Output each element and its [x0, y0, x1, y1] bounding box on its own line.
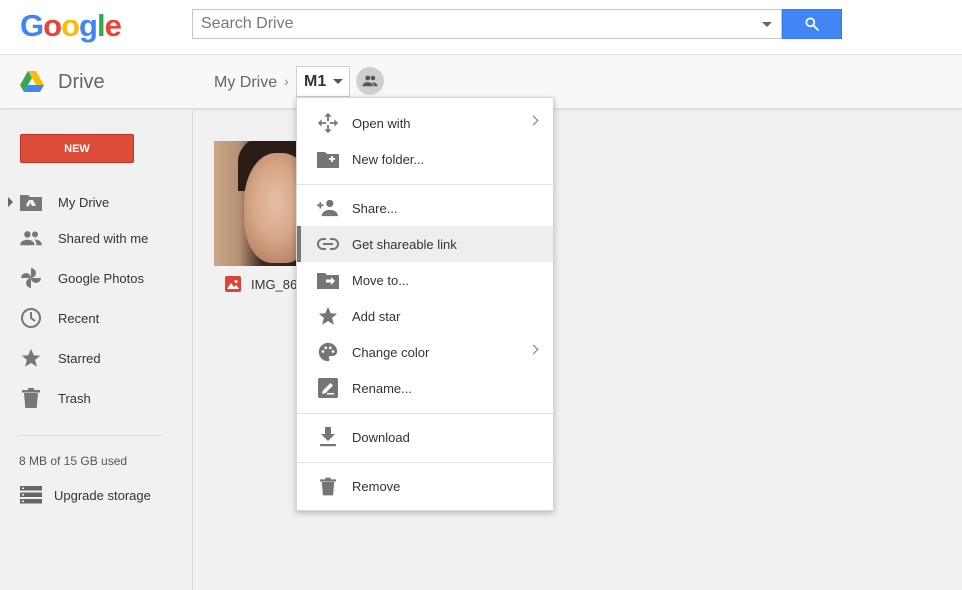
menu-item-remove[interactable]: Remove [297, 468, 553, 504]
my-drive-icon [20, 191, 42, 213]
sidebar-item-shared-with-me[interactable]: Shared with me [0, 220, 192, 256]
trash-icon [20, 387, 42, 409]
download-icon [317, 426, 339, 448]
upgrade-storage-link[interactable]: Upgrade storage [0, 484, 192, 508]
menu-item-share[interactable]: Share... [297, 190, 553, 226]
menu-item-move-to[interactable]: Move to... [297, 262, 553, 298]
logo-letter: G [20, 8, 44, 43]
menu-item-change-color[interactable]: Change color [297, 334, 553, 370]
photo-face [244, 153, 300, 263]
expand-arrow-icon[interactable] [8, 197, 13, 207]
app-title: Drive [58, 71, 105, 93]
upgrade-storage-label: Upgrade storage [54, 488, 151, 503]
new-button[interactable]: NEW [20, 134, 134, 163]
chevron-right-icon [528, 344, 539, 355]
file-item-label[interactable]: IMG_86 [225, 276, 297, 292]
menu-item-label: Share... [352, 200, 398, 216]
storage-usage: 8 MB of 15 GB used [19, 454, 128, 468]
search-box [192, 9, 782, 39]
pencil-icon [317, 377, 339, 399]
sidebar-item-my-drive[interactable]: My Drive [0, 184, 192, 220]
menu-item-open-with[interactable]: Open with [297, 105, 553, 141]
person-add-icon [317, 197, 339, 219]
breadcrumb-separator: › [284, 73, 289, 89]
sidebar-item-label: Google Photos [58, 270, 145, 286]
google-logo[interactable]: Google [20, 8, 122, 44]
people-icon [362, 75, 378, 87]
caret-down-icon [762, 21, 772, 27]
menu-item-label: Change color [352, 344, 430, 360]
search-button[interactable] [782, 9, 842, 39]
logo-letter: o [61, 8, 80, 43]
clock-icon [20, 307, 42, 329]
drive-logo-icon[interactable] [20, 71, 44, 93]
current-folder-name: M1 [304, 72, 327, 90]
people-icon [20, 227, 42, 249]
menu-item-label: Remove [352, 478, 401, 494]
menu-item-label: Add star [352, 308, 401, 324]
link-icon [317, 233, 339, 255]
sidebar-item-google-photos[interactable]: Google Photos [0, 260, 192, 296]
search-input[interactable] [193, 10, 753, 38]
search-options-dropdown[interactable] [753, 10, 781, 38]
menu-item-label: Move to... [352, 272, 410, 288]
folder-plus-icon [317, 148, 339, 170]
menu-item-label: Open with [352, 115, 411, 131]
chevron-right-icon [528, 115, 539, 126]
sidebar-item-label: Shared with me [58, 230, 149, 246]
logo-letter: l [96, 8, 106, 43]
move-arrows-icon [317, 112, 339, 134]
logo-letter: g [79, 8, 98, 43]
menu-item-label: Download [352, 429, 410, 445]
sidebar-item-label: Recent [58, 310, 100, 326]
logo-letter: e [104, 8, 122, 43]
menu-divider [297, 184, 553, 185]
sidebar-item-label: My Drive [58, 194, 110, 210]
sidebar-item-label: Trash [58, 390, 91, 406]
menu-item-rename[interactable]: Rename... [297, 370, 553, 406]
search-icon [805, 17, 819, 31]
palette-icon [317, 341, 339, 363]
storage-icon [20, 486, 42, 509]
caret-down-icon [333, 79, 344, 84]
folder-move-icon [317, 269, 339, 291]
logo-letter: o [43, 8, 62, 43]
trash-icon [317, 475, 339, 497]
image-file-icon [225, 276, 241, 292]
breadcrumb-current-folder[interactable]: M1 [296, 66, 350, 97]
sidebar-item-trash[interactable]: Trash [0, 380, 192, 416]
menu-item-add-star[interactable]: Add star [297, 298, 553, 334]
menu-item-get-shareable-link[interactable]: Get shareable link [297, 226, 553, 262]
shared-folder-icon[interactable] [356, 67, 384, 95]
sidebar-item-recent[interactable]: Recent [0, 300, 192, 336]
menu-item-download[interactable]: Download [297, 419, 553, 455]
star-icon [20, 347, 42, 369]
star-icon [317, 305, 339, 327]
file-name: IMG_86 [251, 276, 298, 292]
context-menu: Open with New folder... Share... Get sha… [296, 97, 554, 511]
breadcrumb-my-drive[interactable]: My Drive [214, 74, 277, 92]
photos-pinwheel-icon [20, 267, 42, 289]
sidebar-item-starred[interactable]: Starred [0, 340, 192, 376]
top-bar: Google [0, 0, 962, 55]
file-thumbnail[interactable] [214, 141, 300, 266]
menu-item-label: Get shareable link [352, 236, 457, 252]
menu-item-label: New folder... [352, 151, 425, 167]
sidebar: NEW My Drive Shared with me Google Photo… [0, 110, 193, 590]
sidebar-item-label: Starred [58, 350, 101, 366]
menu-item-new-folder[interactable]: New folder... [297, 141, 553, 177]
sidebar-divider [18, 435, 163, 436]
menu-divider [297, 413, 553, 414]
menu-item-label: Rename... [352, 380, 412, 396]
menu-divider [297, 462, 553, 463]
